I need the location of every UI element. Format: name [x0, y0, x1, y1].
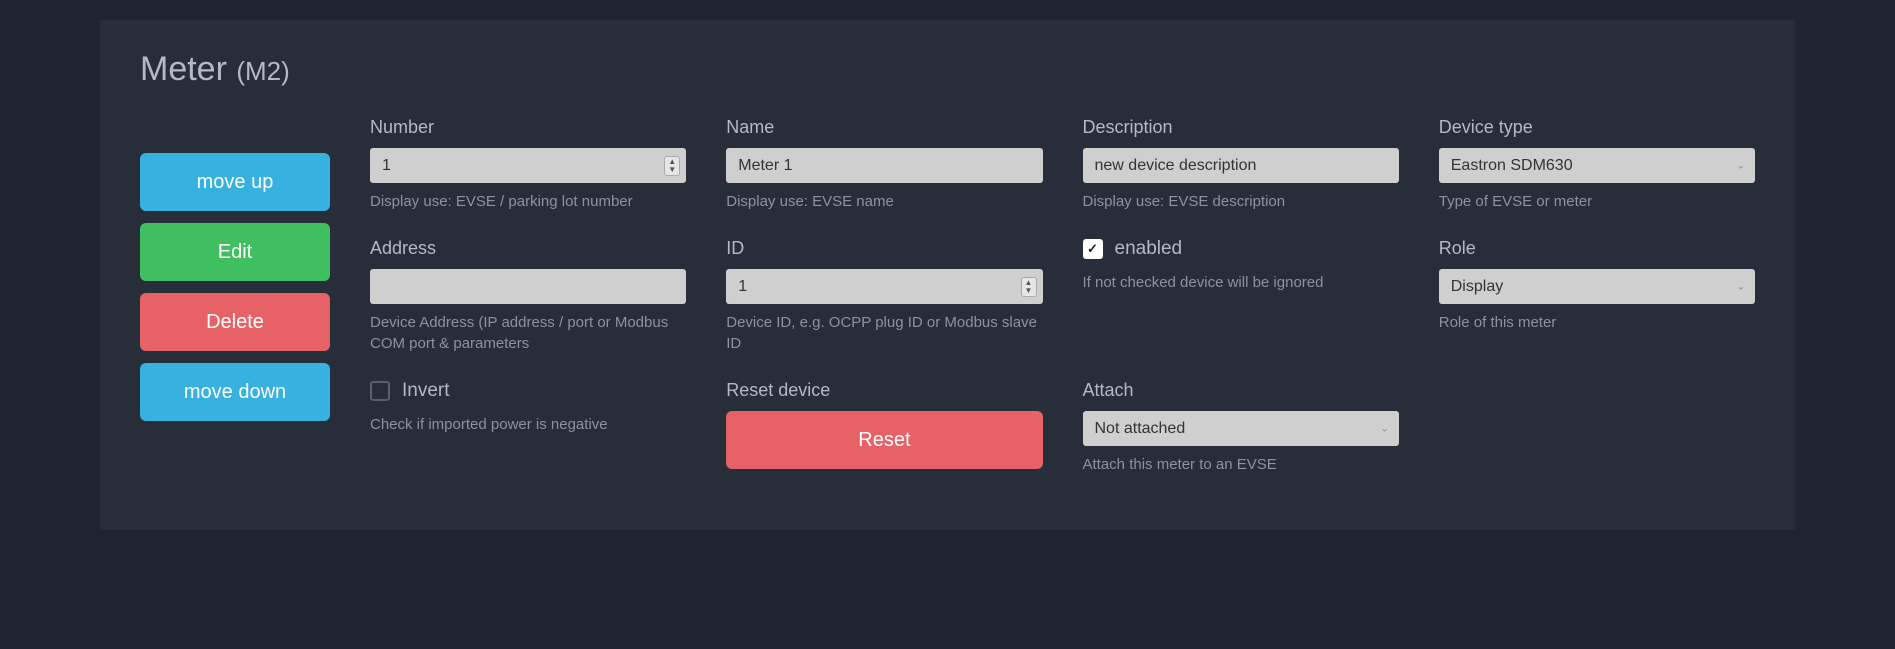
name-input[interactable] — [726, 148, 1042, 183]
invert-hint: Check if imported power is negative — [370, 414, 686, 435]
reset-button[interactable]: Reset — [726, 411, 1042, 469]
field-attach: Attach Not attached ⌄ Attach this meter … — [1083, 380, 1399, 475]
role-select[interactable]: Display — [1439, 269, 1755, 304]
field-reset: Reset device Reset — [726, 380, 1042, 475]
id-label: ID — [726, 238, 1042, 259]
id-hint: Device ID, e.g. OCPP plug ID or Modbus s… — [726, 312, 1042, 354]
role-hint: Role of this meter — [1439, 312, 1755, 333]
name-label: Name — [726, 117, 1042, 138]
field-address: Address Device Address (IP address / por… — [370, 238, 686, 354]
move-up-button[interactable]: move up — [140, 153, 330, 211]
meter-config-panel: Meter (M2) move up Edit Delete move down… — [100, 20, 1795, 530]
address-input[interactable] — [370, 269, 686, 304]
name-hint: Display use: EVSE name — [726, 191, 1042, 212]
page-title: Meter (M2) — [140, 50, 1755, 89]
field-invert: Invert Check if imported power is negati… — [370, 380, 686, 475]
device-type-hint: Type of EVSE or meter — [1439, 191, 1755, 212]
title-sub: (M2) — [236, 56, 289, 86]
number-label: Number — [370, 117, 686, 138]
field-name: Name Display use: EVSE name — [726, 117, 1042, 212]
reset-label: Reset device — [726, 380, 1042, 401]
address-hint: Device Address (IP address / port or Mod… — [370, 312, 686, 354]
role-label: Role — [1439, 238, 1755, 259]
form-grid: Number ▲▼ Display use: EVSE / parking lo… — [370, 117, 1755, 475]
move-down-button[interactable]: move down — [140, 363, 330, 421]
attach-hint: Attach this meter to an EVSE — [1083, 454, 1399, 475]
action-sidebar: move up Edit Delete move down — [140, 117, 330, 475]
number-stepper-icon[interactable]: ▲▼ — [664, 156, 680, 176]
description-label: Description — [1083, 117, 1399, 138]
field-description: Description Display use: EVSE descriptio… — [1083, 117, 1399, 212]
id-input[interactable] — [726, 269, 1042, 304]
address-label: Address — [370, 238, 686, 259]
enabled-label: enabled — [1115, 238, 1183, 260]
number-hint: Display use: EVSE / parking lot number — [370, 191, 686, 212]
description-hint: Display use: EVSE description — [1083, 191, 1399, 212]
invert-label: Invert — [402, 380, 450, 402]
field-role: Role Display ⌄ Role of this meter — [1439, 238, 1755, 354]
enabled-hint: If not checked device will be ignored — [1083, 272, 1399, 293]
delete-button[interactable]: Delete — [140, 293, 330, 351]
enabled-checkbox[interactable]: ✓ — [1083, 239, 1103, 259]
invert-checkbox[interactable] — [370, 381, 390, 401]
number-input[interactable] — [370, 148, 686, 183]
field-device-type: Device type Eastron SDM630 ⌄ Type of EVS… — [1439, 117, 1755, 212]
field-enabled: ✓ enabled If not checked device will be … — [1083, 238, 1399, 354]
id-stepper-icon[interactable]: ▲▼ — [1021, 277, 1037, 297]
empty-cell — [1439, 380, 1755, 475]
attach-label: Attach — [1083, 380, 1399, 401]
title-main: Meter — [140, 50, 236, 88]
device-type-select[interactable]: Eastron SDM630 — [1439, 148, 1755, 183]
field-id: ID ▲▼ Device ID, e.g. OCPP plug ID or Mo… — [726, 238, 1042, 354]
field-number: Number ▲▼ Display use: EVSE / parking lo… — [370, 117, 686, 212]
description-input[interactable] — [1083, 148, 1399, 183]
edit-button[interactable]: Edit — [140, 223, 330, 281]
device-type-label: Device type — [1439, 117, 1755, 138]
attach-select[interactable]: Not attached — [1083, 411, 1399, 446]
